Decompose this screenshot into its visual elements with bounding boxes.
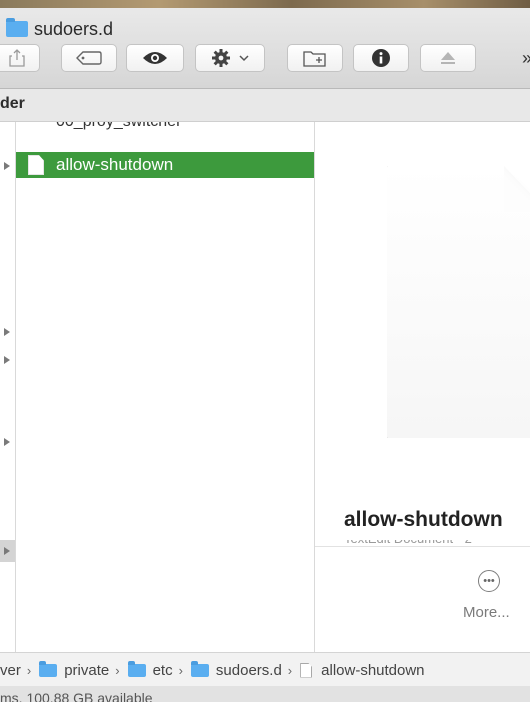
preview-file-name: allow-shutdown	[344, 508, 503, 531]
list-item-selected[interactable]: allow-shutdown	[16, 152, 314, 178]
file-column[interactable]: 00_proy_switcher allow-shutdown	[16, 122, 315, 652]
window-title: sudoers.d	[6, 18, 113, 40]
document-icon	[28, 155, 44, 175]
path-item-etc[interactable]: etc ›	[127, 660, 191, 679]
list-item-label: 00_proy_switcher	[56, 122, 181, 131]
path-item[interactable]: ver ›	[0, 662, 39, 679]
share-button[interactable]	[0, 44, 40, 72]
disclosure-triangle-icon[interactable]	[4, 162, 10, 170]
share-icon	[9, 49, 25, 67]
folder-icon	[6, 18, 28, 37]
disclosure-triangle-icon[interactable]	[4, 328, 10, 336]
quick-look-button[interactable]	[126, 44, 184, 72]
divider	[315, 546, 530, 547]
parent-column[interactable]	[0, 122, 16, 652]
preview-pane: allow-shutdown TextEdit Document - 2 •••…	[315, 122, 530, 652]
path-item-sudoers[interactable]: sudoers.d ›	[190, 660, 300, 679]
list-item[interactable]: 00_proy_switcher	[16, 122, 314, 144]
folder-icon	[190, 660, 209, 677]
tag-icon	[76, 51, 102, 65]
info-icon	[372, 49, 390, 67]
status-bar: ms, 100.88 GB available	[0, 686, 530, 702]
new-folder-button[interactable]	[287, 44, 343, 72]
action-button[interactable]	[195, 44, 265, 72]
document-icon	[300, 662, 313, 678]
folder-icon	[127, 660, 146, 677]
disclosure-triangle-icon[interactable]	[4, 438, 10, 446]
new-folder-icon	[303, 51, 326, 67]
status-text: ms, 100.88 GB available	[0, 690, 153, 702]
path-bar: ver › private › etc › sudoers.d › allow-…	[0, 652, 530, 687]
path-item-allow-shutdown[interactable]: allow-shutdown	[300, 662, 425, 679]
eject-button[interactable]	[420, 44, 476, 72]
chevron-down-icon	[239, 55, 249, 62]
window-title-text: sudoers.d	[34, 18, 114, 39]
get-info-button[interactable]	[353, 44, 409, 72]
ellipsis-icon[interactable]: •••	[478, 570, 500, 592]
header-path: der	[0, 89, 530, 122]
eye-icon	[143, 52, 167, 64]
list-item-label: allow-shutdown	[56, 155, 174, 174]
header-path-label: der	[0, 95, 25, 112]
tags-button[interactable]	[61, 44, 117, 72]
toolbar-overflow-button[interactable]: »	[522, 48, 530, 69]
more-button[interactable]: More...	[463, 604, 510, 621]
path-item-private[interactable]: private ›	[39, 660, 127, 679]
disclosure-triangle-icon[interactable]	[4, 356, 10, 364]
parent-column-selection[interactable]	[0, 540, 15, 562]
disclosure-triangle-icon[interactable]	[4, 547, 10, 555]
eject-icon	[441, 52, 455, 64]
desktop-background	[0, 0, 530, 8]
gear-icon	[212, 49, 230, 67]
folder-icon	[39, 660, 58, 677]
